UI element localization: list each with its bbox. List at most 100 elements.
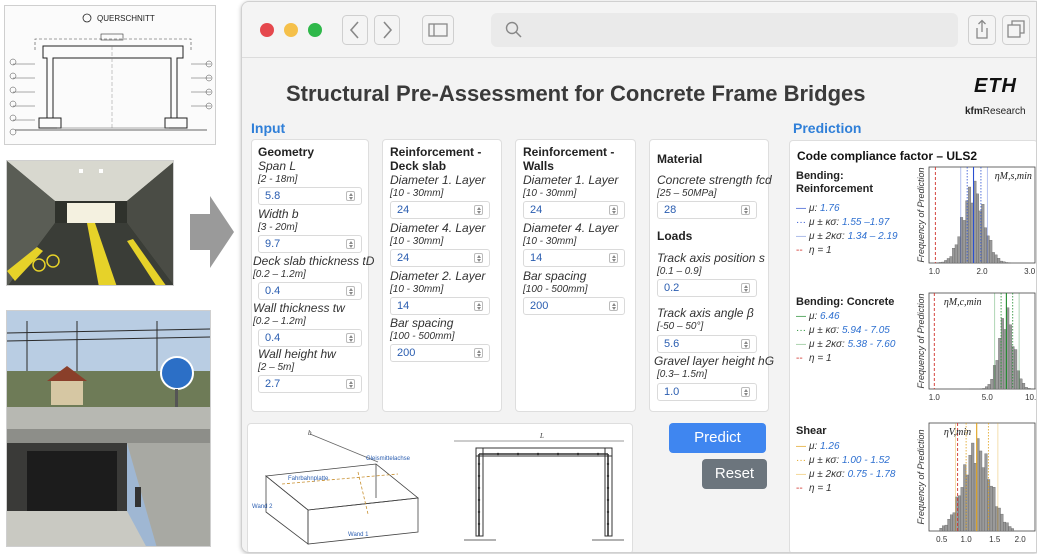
deck-d4-input[interactable]: 24 <box>390 249 490 267</box>
wall-height-stepper[interactable] <box>346 379 355 389</box>
search-input[interactable] <box>491 13 958 47</box>
track-angle-label: Track axis angle β <box>657 306 754 320</box>
sidebar-icon[interactable] <box>422 15 454 45</box>
track-position-stepper[interactable] <box>741 283 750 293</box>
deck-d2-label: Diameter 2. Layer <box>390 269 486 283</box>
span-stepper[interactable] <box>346 191 355 201</box>
tabs-icon[interactable] <box>1002 15 1030 45</box>
track-angle-stepper[interactable] <box>741 339 750 349</box>
frame-diagram-card: b Fahrbahnplatte Gleismittelachse Wand 1… <box>247 423 633 552</box>
deck-thickness-range: [0.2 – 1.2m] <box>253 269 306 280</box>
histogram-bar <box>952 512 956 532</box>
back-icon[interactable] <box>342 15 368 45</box>
predict-button[interactable]: Predict <box>669 423 766 453</box>
histogram-bending-reinforcement: ηM,s,min Frequency of Prediction1.0 2.0 3.0 <box>916 166 1036 276</box>
deck-spacing-input[interactable]: 200 <box>390 344 490 362</box>
track-position-range: [0.1 – 0.9] <box>657 266 702 277</box>
deck-spacing-label: Bar spacing <box>390 316 454 330</box>
deck-d1-stepper[interactable] <box>474 205 483 215</box>
group1-title-line1: Bending: <box>796 170 844 182</box>
group3-mu-label: μ: <box>809 441 821 452</box>
group3-k1: ··· μ ± κσ: 1.00 - 1.52 <box>796 455 890 466</box>
cross-section-svg: QUERSCHNITT <box>5 6 215 144</box>
deck-thickness-value: 0.4 <box>265 285 281 297</box>
deck-d4-stepper[interactable] <box>474 253 483 263</box>
walls-d4-input[interactable]: 14 <box>523 249 625 267</box>
wall-height-range: [2 – 5m] <box>258 362 295 373</box>
wall-thickness-stepper[interactable] <box>346 333 355 343</box>
walls-d1-input[interactable]: 24 <box>523 201 625 219</box>
walls-d1-stepper[interactable] <box>609 205 618 215</box>
deck-thickness-input[interactable]: 0.4 <box>258 282 362 300</box>
histogram-bending-concrete: ηM,c,min Frequency of Prediction1.0 5.0 10.… <box>916 292 1037 402</box>
histogram-bar <box>1027 388 1031 390</box>
histogram-bar <box>946 258 950 264</box>
histogram-tick-label: 1.5 <box>989 535 1001 544</box>
histogram-bar <box>983 227 987 264</box>
concrete-strength-value: 28 <box>664 204 677 216</box>
wall-height-input[interactable]: 2.7 <box>258 375 362 393</box>
deck-spacing-stepper[interactable] <box>474 348 483 358</box>
deck-d2-input[interactable]: 14 <box>390 297 490 315</box>
minimize-window-button[interactable] <box>284 23 298 37</box>
cross-section-drawing: QUERSCHNITT <box>4 5 216 145</box>
histogram-bar <box>939 528 943 532</box>
histogram-tick-label: 0.5 <box>936 535 948 544</box>
histogram-bar <box>984 453 988 532</box>
group2-k1-label: μ ± κσ: <box>809 325 842 336</box>
kfm-logo-text: Research <box>982 106 1026 117</box>
diagram-label-wall1: Wand 1 <box>348 532 369 538</box>
reset-button[interactable]: Reset <box>702 459 767 489</box>
deck-spacing-range: [100 - 500mm] <box>390 331 455 342</box>
histogram-bar <box>1005 522 1009 532</box>
deck-d4-range: [10 - 30mm] <box>390 236 444 247</box>
walls-spacing-stepper[interactable] <box>609 301 618 311</box>
deck-d1-range: [10 - 30mm] <box>390 188 444 199</box>
wall-thickness-input[interactable]: 0.4 <box>258 329 362 347</box>
maximize-window-button[interactable] <box>308 23 322 37</box>
walls-d4-stepper[interactable] <box>609 253 618 263</box>
width-input[interactable]: 9.7 <box>258 235 362 253</box>
forward-icon[interactable] <box>374 15 400 45</box>
group1-k2: — μ ± 2κσ: 1.34 – 2.19 <box>796 231 898 242</box>
gravel-height-stepper[interactable] <box>741 387 750 397</box>
gravel-height-input[interactable]: 1.0 <box>657 383 757 401</box>
histogram-bar <box>1011 528 1014 532</box>
group1-k2-value: 1.34 – 2.19 <box>847 231 898 242</box>
histogram-bar <box>989 485 993 532</box>
close-window-button[interactable] <box>260 23 274 37</box>
track-position-input[interactable]: 0.2 <box>657 279 757 297</box>
search-icon <box>505 21 522 38</box>
arrow-right-icon <box>190 196 234 268</box>
group2-k2: — μ ± 2κσ: 5.38 - 7.60 <box>796 339 896 350</box>
geometry-title: Geometry <box>258 145 315 159</box>
histogram-tick-label: 1.0 <box>929 393 941 402</box>
wall-height-label: Wall height hw <box>258 347 336 361</box>
span-input[interactable]: 5.8 <box>258 187 362 205</box>
histogram-bar <box>981 204 985 264</box>
histogram-tick-label: 10.0 <box>1025 393 1037 402</box>
prediction-subtitle: Code compliance factor – ULS2 <box>797 149 978 163</box>
walls-title-line1: Reinforcement - <box>523 145 615 159</box>
drawing-title: QUERSCHNITT <box>97 14 155 23</box>
deck-d1-input[interactable]: 24 <box>390 201 490 219</box>
concrete-strength-input[interactable]: 28 <box>657 201 757 219</box>
histogram-bar <box>1019 378 1023 390</box>
deck-thickness-stepper[interactable] <box>346 286 355 296</box>
track-position-label: Track axis position s <box>657 251 765 265</box>
material-title: Material <box>657 152 703 166</box>
share-icon[interactable] <box>968 15 996 45</box>
concrete-strength-stepper[interactable] <box>741 205 750 215</box>
walls-spacing-input[interactable]: 200 <box>523 297 625 315</box>
histogram-shear: ηV,min Frequency of Prediction 0.5 1.0 1.5 2.… <box>916 422 1036 544</box>
deck-d2-stepper[interactable] <box>474 301 483 311</box>
prediction-card: Code compliance factor – ULS2 Bending: R… <box>789 140 1037 552</box>
width-stepper[interactable] <box>346 239 355 249</box>
histogram-bar <box>968 186 972 264</box>
histogram-bar <box>958 495 961 532</box>
group1-mu-label: μ: <box>809 203 821 214</box>
diagram-label-slab: Fahrbahnplatte <box>288 476 329 482</box>
track-angle-input[interactable]: 5.6 <box>657 335 757 353</box>
deck-d1-label: Diameter 1. Layer <box>390 173 486 187</box>
histogram-bar <box>947 518 951 532</box>
